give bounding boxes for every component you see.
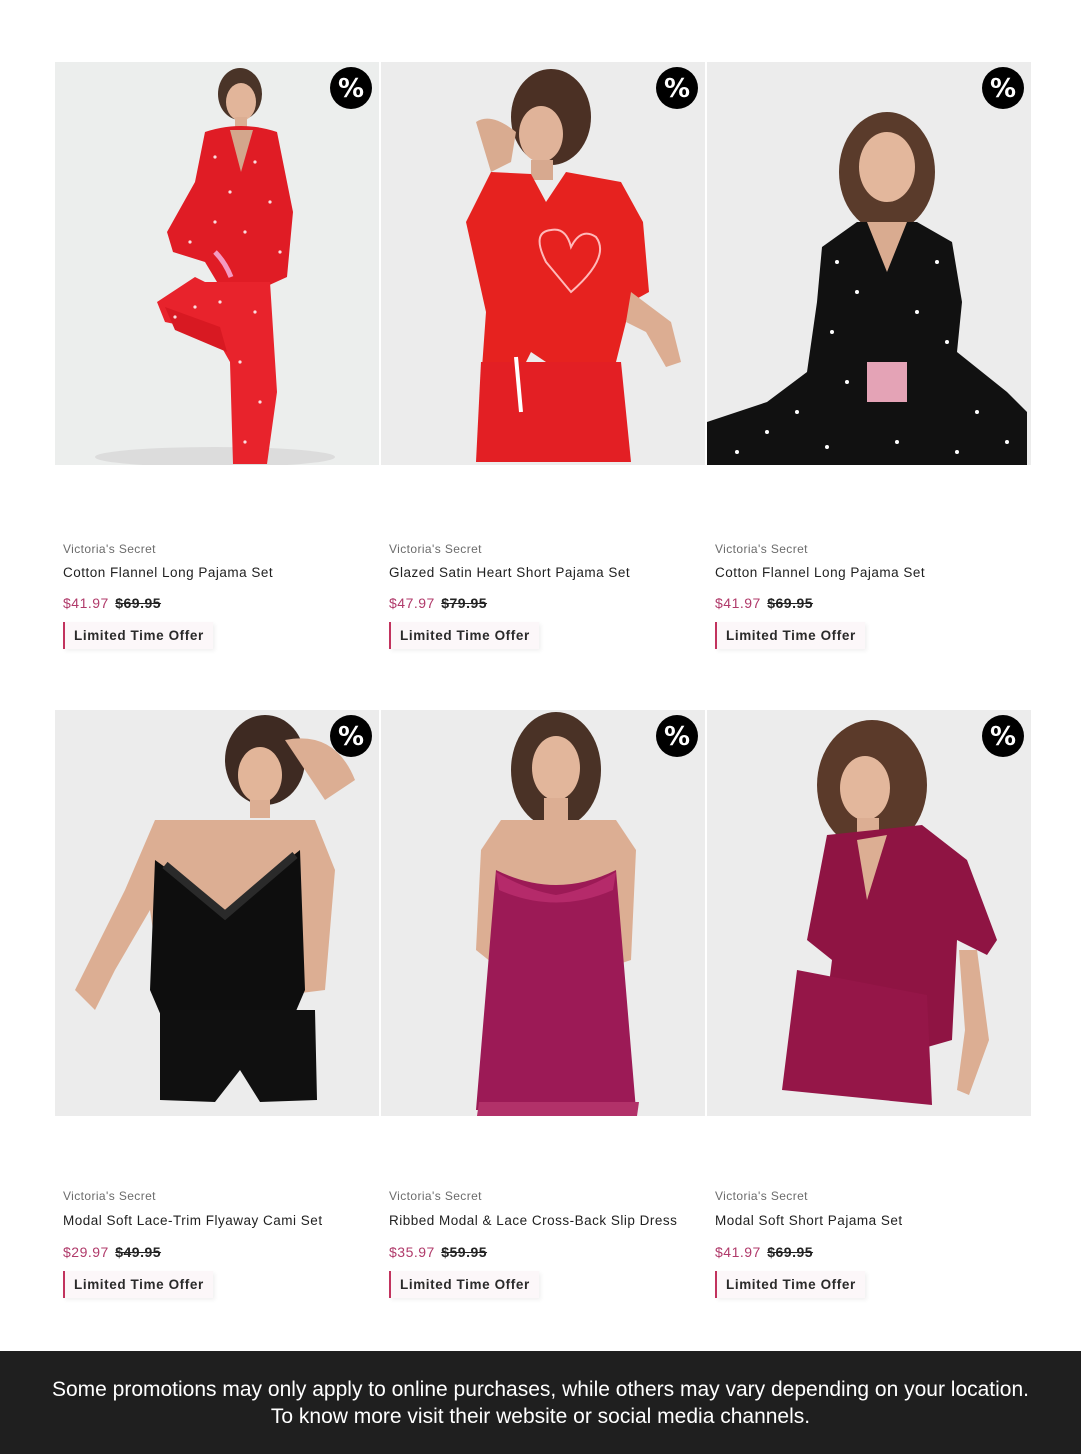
discount-badge-icon: % <box>329 66 373 110</box>
product-prices: $41.97 $69.95 <box>63 595 161 611</box>
product-image[interactable]: % <box>55 710 379 1116</box>
discount-badge-icon: % <box>981 714 1025 758</box>
product-name[interactable]: Modal Soft Short Pajama Set <box>715 1213 903 1228</box>
product-name[interactable]: Glazed Satin Heart Short Pajama Set <box>389 565 630 580</box>
disclaimer-line-1: Some promotions may only apply to online… <box>51 1378 1030 1401</box>
offer-tag: Limited Time Offer <box>389 622 539 649</box>
product-row: % Victoria's Secret Cotton Flannel Long … <box>55 62 1031 662</box>
product-card[interactable]: % Victoria's Secret Glazed Satin Heart S… <box>381 62 705 662</box>
product-card[interactable]: % Victoria's Secret Cotton Flannel Long … <box>707 62 1031 662</box>
product-name[interactable]: Cotton Flannel Long Pajama Set <box>63 565 273 580</box>
svg-text:%: % <box>990 74 1016 104</box>
product-prices: $47.97 $79.95 <box>389 595 487 611</box>
product-prices: $29.97 $49.95 <box>63 1244 161 1260</box>
product-brand: Victoria's Secret <box>389 1189 482 1203</box>
product-card[interactable]: % Victoria's Secret Ribbed Modal & Lace … <box>381 710 705 1310</box>
original-price: $59.95 <box>441 1244 488 1260</box>
discount-badge-icon: % <box>655 714 699 758</box>
product-brand: Victoria's Secret <box>389 542 482 556</box>
offer-tag: Limited Time Offer <box>715 1271 865 1298</box>
product-card[interactable]: % Victoria's Secret Modal Soft Lace-Trim… <box>55 710 379 1310</box>
product-brand: Victoria's Secret <box>63 1189 156 1203</box>
offer-tag: Limited Time Offer <box>63 1271 213 1298</box>
product-prices: $41.97 $69.95 <box>715 1244 813 1260</box>
product-card[interactable]: % Victoria's Secret Modal Soft Short Paj… <box>707 710 1031 1310</box>
product-image[interactable]: % <box>707 710 1031 1116</box>
promotion-disclaimer-footer: Some promotions may only apply to online… <box>0 1351 1081 1454</box>
product-name[interactable]: Modal Soft Lace-Trim Flyaway Cami Set <box>63 1213 323 1228</box>
original-price: $69.95 <box>767 595 814 611</box>
sale-price: $47.97 <box>389 595 435 611</box>
product-brand: Victoria's Secret <box>715 542 808 556</box>
product-prices: $41.97 $69.95 <box>715 595 813 611</box>
product-image[interactable]: % <box>707 62 1031 465</box>
svg-text:%: % <box>338 722 364 752</box>
product-prices: $35.97 $59.95 <box>389 1244 487 1260</box>
sale-price: $41.97 <box>63 595 109 611</box>
svg-text:%: % <box>990 722 1016 752</box>
sale-price: $41.97 <box>715 1244 761 1260</box>
discount-badge-icon: % <box>329 714 373 758</box>
product-card[interactable]: % Victoria's Secret Cotton Flannel Long … <box>55 62 379 662</box>
original-price: $69.95 <box>115 595 162 611</box>
product-name[interactable]: Cotton Flannel Long Pajama Set <box>715 565 925 580</box>
product-image[interactable]: % <box>381 62 705 465</box>
original-price: $49.95 <box>115 1244 162 1260</box>
offer-tag: Limited Time Offer <box>389 1271 539 1298</box>
sale-price: $41.97 <box>715 595 761 611</box>
original-price: $79.95 <box>441 595 488 611</box>
product-row: % Victoria's Secret Modal Soft Lace-Trim… <box>55 710 1031 1310</box>
product-brand: Victoria's Secret <box>63 542 156 556</box>
sale-price: $35.97 <box>389 1244 435 1260</box>
product-name[interactable]: Ribbed Modal & Lace Cross-Back Slip Dres… <box>389 1213 677 1228</box>
offer-tag: Limited Time Offer <box>63 622 213 649</box>
disclaimer-line-2: To know more visit their website or soci… <box>270 1405 811 1428</box>
original-price: $69.95 <box>767 1244 814 1260</box>
svg-text:%: % <box>664 722 690 752</box>
discount-badge-icon: % <box>655 66 699 110</box>
discount-badge-icon: % <box>981 66 1025 110</box>
svg-text:%: % <box>664 74 690 104</box>
product-brand: Victoria's Secret <box>715 1189 808 1203</box>
product-image[interactable]: % <box>55 62 379 465</box>
sale-price: $29.97 <box>63 1244 109 1260</box>
offer-tag: Limited Time Offer <box>715 622 865 649</box>
svg-text:%: % <box>338 74 364 104</box>
product-image[interactable]: % <box>381 710 705 1116</box>
